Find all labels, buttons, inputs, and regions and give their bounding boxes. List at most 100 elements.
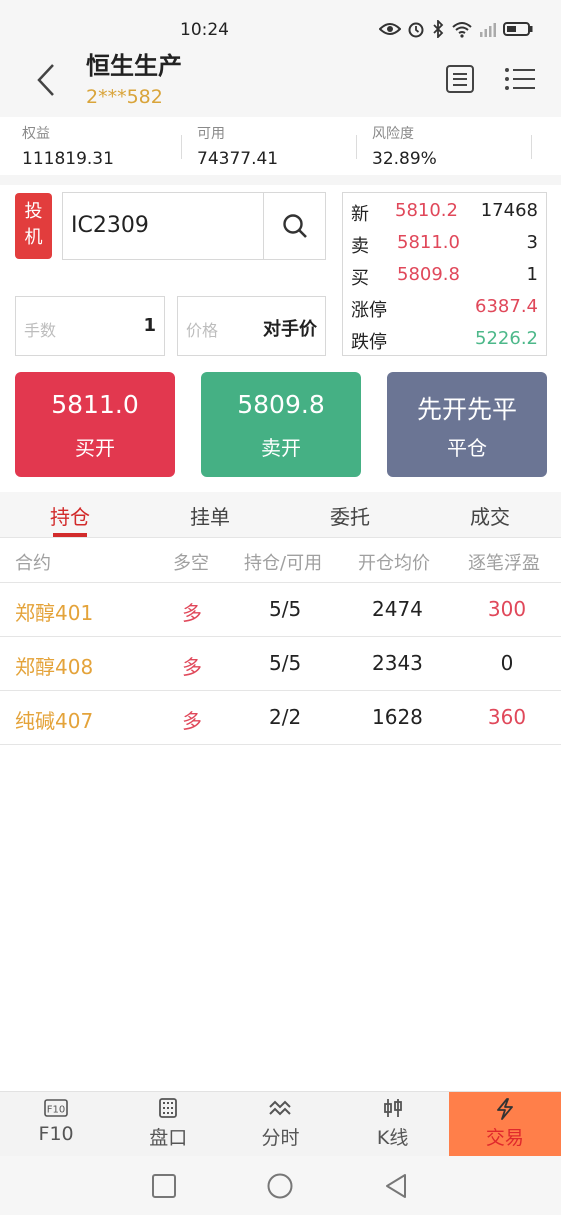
stat-equity: 权益 111819.31 <box>0 117 175 175</box>
f10-icon: F10 <box>44 1099 68 1117</box>
recents-button[interactable] <box>149 1171 179 1201</box>
direction: 多 <box>182 601 202 625</box>
sell-label: 卖开 <box>261 436 301 460</box>
direction: 多 <box>182 709 202 733</box>
nav-label: K线 <box>376 1127 409 1149</box>
divider <box>0 175 561 185</box>
direction: 多 <box>182 655 202 679</box>
ask-volume: 3 <box>526 232 538 253</box>
quote-label: 买 <box>351 268 369 289</box>
close-position-button[interactable]: 先开先平 平仓 <box>387 372 547 477</box>
stat-value: 32.89% <box>372 149 437 169</box>
quote-row-down-limit: 跌停 5226.2 <box>343 323 546 355</box>
stat-value: 111819.31 <box>22 149 114 169</box>
nav-label: 盘口 <box>149 1127 188 1149</box>
circle-icon <box>267 1173 293 1199</box>
battery-icon <box>503 22 533 36</box>
stat-label: 可用 <box>197 126 225 142</box>
float-pnl: 300 <box>487 597 527 621</box>
tab-pending[interactable]: 挂单 <box>140 492 280 537</box>
nav-f10[interactable]: F10 F10 <box>0 1092 112 1156</box>
eye-icon <box>379 23 401 35</box>
stat-value: 74377.41 <box>197 149 279 169</box>
position-tabs: 持仓 挂单 委托 成交 <box>0 492 561 538</box>
tab-indicator <box>53 533 87 537</box>
chevron-left-icon <box>37 64 54 96</box>
table-row[interactable]: 郑醇401 多 5/5 2474 300 <box>0 583 561 637</box>
system-nav-bar <box>0 1156 561 1215</box>
contract-name: 郑醇401 <box>15 601 94 625</box>
system-back-button[interactable] <box>381 1171 411 1201</box>
quote-label: 跌停 <box>351 332 387 353</box>
top-bar: 10:24 恒生生产 2***582 <box>0 0 561 117</box>
lightning-icon <box>496 1098 513 1120</box>
account-id: 2***582 <box>86 86 163 108</box>
ask-price[interactable]: 5811.0 <box>397 232 460 253</box>
nav-label: 交易 <box>485 1127 524 1149</box>
column-header: 持仓/可用 <box>244 553 323 574</box>
status-icons <box>379 20 533 38</box>
bid-price[interactable]: 5809.8 <box>397 264 460 285</box>
column-header: 多空 <box>173 553 209 574</box>
up-limit-price[interactable]: 6387.4 <box>475 296 538 317</box>
quote-row-ask: 卖 5811.0 3 <box>343 227 546 259</box>
table-header: 合约 多空 持仓/可用 开仓均价 逐笔浮盈 <box>0 538 561 583</box>
nav-orderbook[interactable]: 盘口 <box>112 1092 224 1156</box>
tab-orders[interactable]: 委托 <box>280 492 420 537</box>
tag-line: 投 <box>24 201 43 222</box>
buy-open-button[interactable]: 5811.0 买开 <box>15 372 175 477</box>
search-icon <box>282 214 307 238</box>
nav-label: F10 <box>38 1123 74 1145</box>
account-stats: 权益 111819.31 可用 74377.41 风险度 32.89% <box>0 117 561 175</box>
quote-label: 新 <box>351 204 369 225</box>
nav-kline[interactable]: K线 <box>337 1092 449 1156</box>
triangle-back-icon <box>386 1174 406 1198</box>
table-row[interactable]: 纯碱407 多 2/2 1628 360 <box>0 691 561 745</box>
last-volume: 17468 <box>480 200 538 221</box>
position: 5/5 <box>269 597 302 621</box>
price-input[interactable]: 价格 对手价 <box>177 296 326 356</box>
home-button[interactable] <box>265 1171 295 1201</box>
avg-price: 2474 <box>372 597 423 621</box>
table-row[interactable]: 郑醇408 多 5/5 2343 0 <box>0 637 561 691</box>
tag-line: 机 <box>24 227 43 248</box>
menu-button[interactable] <box>503 62 537 96</box>
price-value: 对手价 <box>263 319 317 340</box>
tab-positions[interactable]: 持仓 <box>0 492 140 537</box>
tab-trades[interactable]: 成交 <box>420 492 560 537</box>
square-icon <box>152 1174 176 1198</box>
last-price[interactable]: 5810.2 <box>395 200 458 221</box>
quote-row-bid: 买 5809.8 1 <box>343 259 546 291</box>
float-pnl: 360 <box>487 705 527 729</box>
buy-price: 5811.0 <box>51 390 139 419</box>
back-button[interactable] <box>28 58 64 102</box>
sell-price: 5809.8 <box>237 390 325 419</box>
nav-timeshare[interactable]: 分时 <box>224 1092 336 1156</box>
bottom-nav: F10 F10 盘口 分时 K线 交易 <box>0 1091 561 1156</box>
tab-label: 持仓 <box>50 505 90 529</box>
hedge-type-toggle[interactable]: 投 机 <box>15 193 52 259</box>
contract-input[interactable]: IC2309 <box>62 192 326 260</box>
nav-label: 分时 <box>261 1127 300 1149</box>
column-header: 逐笔浮盈 <box>468 553 540 574</box>
down-limit-price[interactable]: 5226.2 <box>475 328 538 349</box>
keyboard-button[interactable] <box>443 62 477 96</box>
contract-name: 纯碱407 <box>15 709 94 733</box>
close-mode: 先开先平 <box>416 395 517 424</box>
divider <box>531 135 532 159</box>
quantity-input[interactable]: 手数 1 <box>15 296 165 356</box>
quote-row-last: 新 5810.2 17468 <box>343 195 546 227</box>
quantity-placeholder: 手数 <box>24 321 57 340</box>
column-header: 合约 <box>15 553 51 574</box>
sell-open-button[interactable]: 5809.8 卖开 <box>201 372 361 477</box>
position: 2/2 <box>269 705 302 729</box>
stat-available: 可用 74377.41 <box>175 117 350 175</box>
avg-price: 1628 <box>372 705 423 729</box>
nav-trade[interactable]: 交易 <box>448 1092 561 1156</box>
search-button[interactable] <box>263 193 325 259</box>
column-header: 开仓均价 <box>358 553 430 574</box>
status-time: 10:24 <box>180 20 229 40</box>
bluetooth-icon <box>433 20 444 38</box>
tab-label: 成交 <box>470 505 510 529</box>
buy-label: 买开 <box>75 436 115 460</box>
